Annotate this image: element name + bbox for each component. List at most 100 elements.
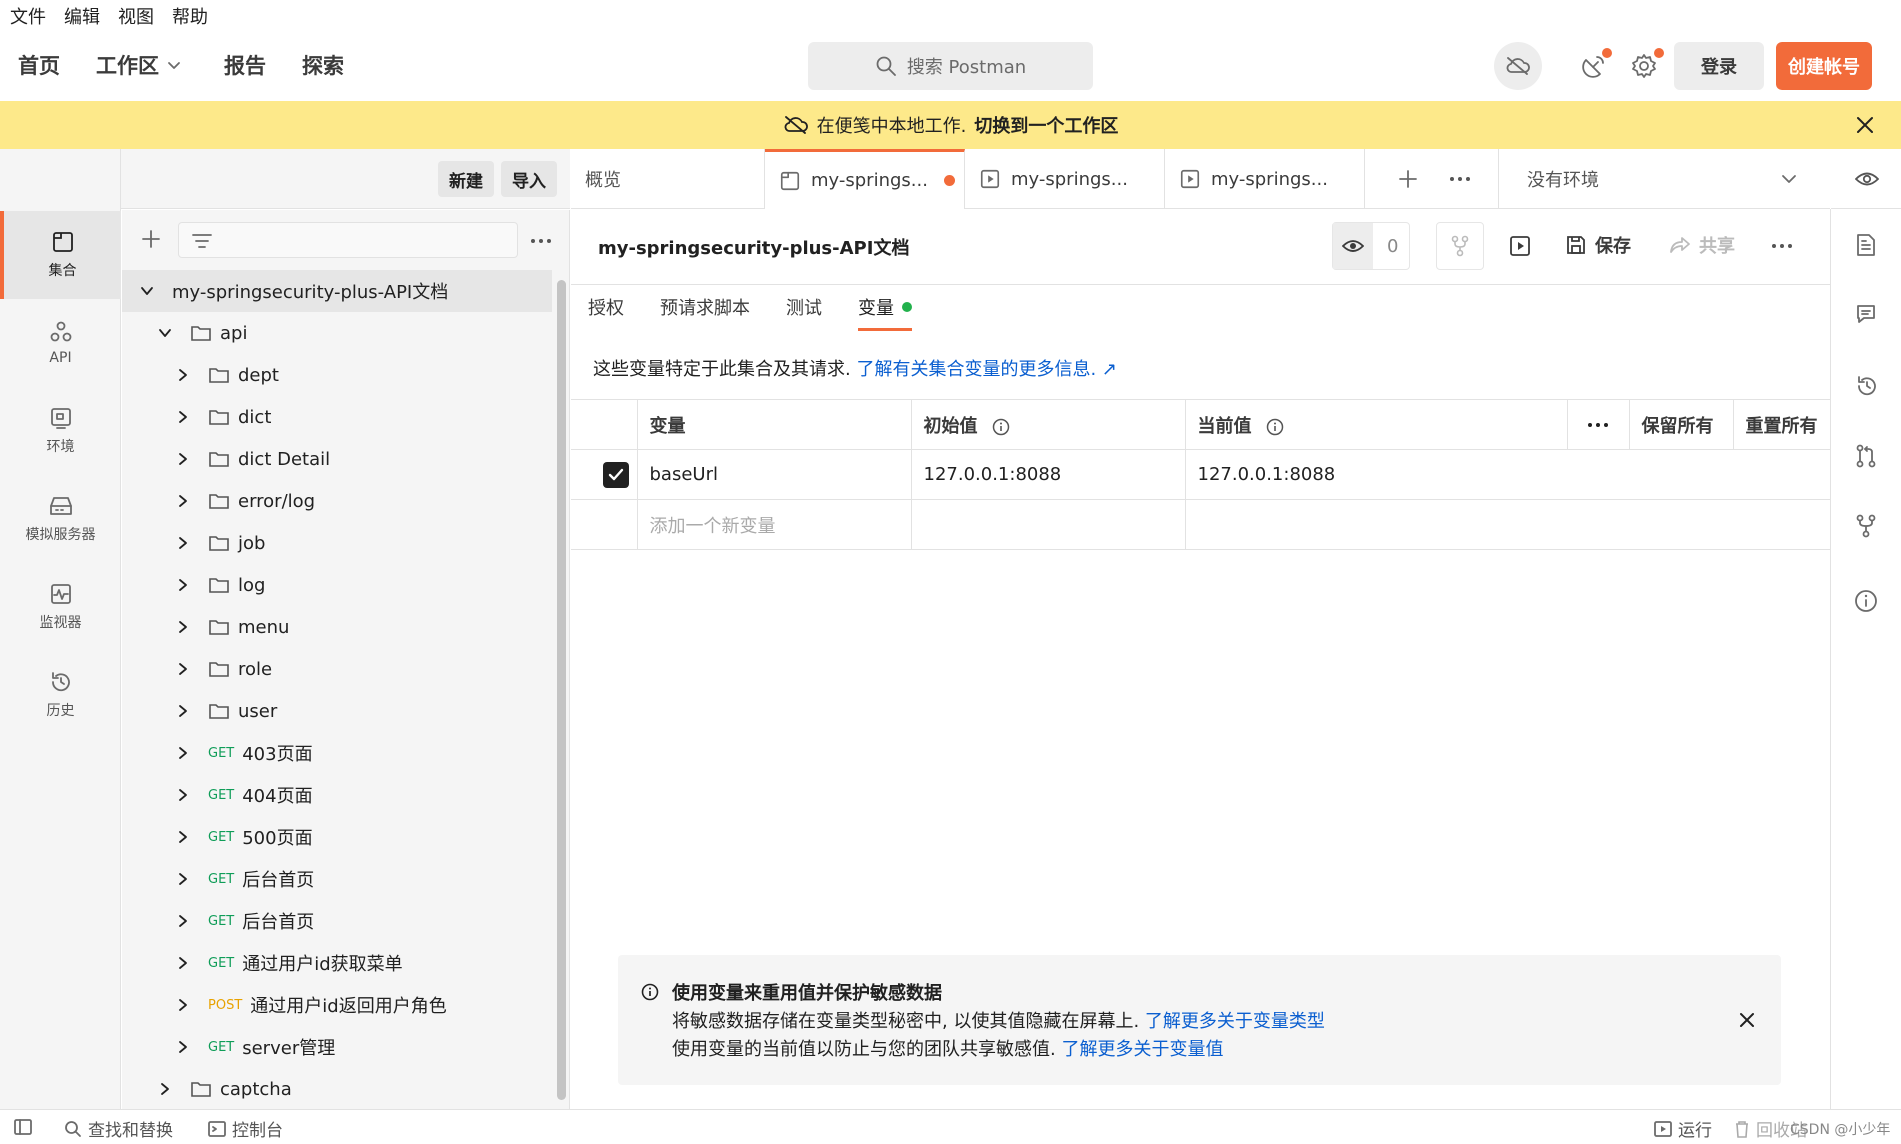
rail-collections[interactable]: 集合	[0, 211, 121, 299]
chevron-right-icon[interactable]	[176, 830, 190, 844]
tab-overview[interactable]: 概览	[571, 149, 765, 209]
variable-values-link[interactable]: 了解更多关于变量值	[1061, 1039, 1223, 1060]
tree-folder-item[interactable]: dict	[122, 396, 552, 438]
tree-request-item[interactable]: GET 后台首页	[122, 900, 552, 942]
tree-folder-item[interactable]: user	[122, 690, 552, 732]
pull-request-icon[interactable]	[1855, 444, 1877, 468]
history-icon[interactable]	[1855, 374, 1879, 398]
tree-folder-item[interactable]: dict Detail	[122, 438, 552, 480]
persist-all-button[interactable]: 保留所有	[1628, 399, 1734, 450]
rail-monitors[interactable]: 监视器	[0, 563, 121, 651]
chevron-right-icon[interactable]	[176, 746, 190, 760]
info-icon[interactable]	[1854, 589, 1878, 613]
comments-icon[interactable]	[1855, 303, 1877, 325]
rail-api[interactable]: API	[0, 299, 121, 387]
nav-home[interactable]: 首页	[18, 50, 60, 80]
console-button[interactable]: 控制台	[208, 1116, 283, 1141]
chevron-right-icon[interactable]	[176, 410, 190, 424]
tree-collection-item[interactable]: my-springsecurity-plus-API文档	[122, 270, 552, 312]
tab-runner-1[interactable]: my-springs...	[965, 149, 1165, 209]
tree-filter-input[interactable]	[178, 222, 518, 258]
chevron-right-icon[interactable]	[176, 452, 190, 466]
chevron-right-icon[interactable]	[176, 704, 190, 718]
new-initial-cell[interactable]	[910, 499, 1186, 550]
menu-edit[interactable]: 编辑	[64, 3, 100, 29]
tab-collection-active[interactable]: my-springs...	[765, 149, 965, 209]
tree-folder-item[interactable]: api	[122, 312, 552, 354]
chevron-right-icon[interactable]	[176, 914, 190, 928]
chevron-right-icon[interactable]	[176, 1040, 190, 1054]
more-column-header[interactable]	[1566, 399, 1630, 450]
tree-folder-item[interactable]: error/log	[122, 480, 552, 522]
settings-button[interactable]	[1624, 42, 1664, 90]
tree-request-item[interactable]: GET 403页面	[122, 732, 552, 774]
tree-folder-item[interactable]: captcha	[122, 1068, 552, 1109]
search-box[interactable]: 搜索 Postman	[808, 42, 1093, 90]
fork-button[interactable]	[1436, 222, 1484, 270]
chevron-down-icon[interactable]	[140, 284, 154, 298]
reset-all-button[interactable]: 重置所有	[1732, 399, 1830, 450]
chevron-right-icon[interactable]	[176, 368, 190, 382]
menu-view[interactable]: 视图	[118, 3, 154, 29]
new-tab-plus-icon[interactable]	[1397, 168, 1419, 190]
chevron-right-icon[interactable]	[176, 998, 190, 1012]
tree-request-item[interactable]: GET 404页面	[122, 774, 552, 816]
find-replace-button[interactable]: 查找和替换	[64, 1116, 173, 1141]
chevron-right-icon[interactable]	[176, 536, 190, 550]
fork-icon[interactable]	[1855, 514, 1877, 538]
satellite-button[interactable]	[1574, 42, 1614, 90]
tree-folder-item[interactable]: log	[122, 564, 552, 606]
rail-environments[interactable]: 环境	[0, 387, 121, 475]
tree-folder-item[interactable]: job	[122, 522, 552, 564]
tree-folder-item[interactable]: role	[122, 648, 552, 690]
chevron-right-icon[interactable]	[176, 494, 190, 508]
tree-request-item[interactable]: GET 500页面	[122, 816, 552, 858]
chevron-right-icon[interactable]	[176, 788, 190, 802]
tab-runner-2[interactable]: my-springs...	[1165, 149, 1365, 209]
watch-button[interactable]: 0	[1332, 222, 1410, 270]
documentation-icon[interactable]	[1855, 233, 1877, 257]
run-icon[interactable]	[1508, 234, 1532, 258]
save-button[interactable]: 保存	[1565, 232, 1631, 258]
chevron-right-icon[interactable]	[176, 662, 190, 676]
info-icon[interactable]	[992, 418, 1010, 436]
learn-more-link[interactable]: 了解有关集合变量的更多信息. ↗	[856, 359, 1117, 380]
chevron-right-icon[interactable]	[158, 1082, 172, 1096]
nav-reports[interactable]: 报告	[224, 50, 266, 80]
chevron-right-icon[interactable]	[176, 578, 190, 592]
tree-folder-item[interactable]: menu	[122, 606, 552, 648]
chevron-down-icon[interactable]	[158, 326, 172, 340]
runner-button[interactable]: 运行	[1654, 1116, 1712, 1141]
tree-request-item[interactable]: GET server管理	[122, 1026, 552, 1068]
variable-types-link[interactable]: 了解更多关于变量类型	[1145, 1011, 1325, 1032]
menu-file[interactable]: 文件	[10, 3, 46, 29]
env-quick-look-button[interactable]	[1831, 149, 1901, 209]
more-tabs-icon[interactable]	[1449, 176, 1471, 182]
tree-scrollbar[interactable]	[557, 280, 566, 1100]
new-variable-input[interactable]: 添加一个新变量	[636, 499, 912, 550]
more-icon[interactable]	[530, 238, 552, 244]
nav-workspace[interactable]: 工作区	[96, 50, 181, 80]
current-value-cell[interactable]: 127.0.0.1:8088	[1184, 449, 1830, 500]
import-button[interactable]: 导入	[501, 161, 557, 197]
menu-help[interactable]: 帮助	[172, 3, 208, 29]
login-button[interactable]: 登录	[1674, 42, 1764, 90]
subtab-variables[interactable]: 变量	[858, 294, 912, 331]
nav-explore[interactable]: 探索	[302, 50, 344, 80]
subtab-auth[interactable]: 授权	[588, 294, 624, 320]
subtab-pre-request[interactable]: 预请求脚本	[660, 294, 750, 320]
new-current-cell[interactable]	[1184, 499, 1830, 550]
plus-icon[interactable]	[140, 228, 162, 250]
signup-button[interactable]: 创建帐号	[1776, 42, 1872, 90]
tree-request-item[interactable]: POST 通过用户id返回用户角色	[122, 984, 552, 1026]
environment-select[interactable]: 没有环境	[1498, 149, 1830, 209]
initial-value-cell[interactable]: 127.0.0.1:8088	[910, 449, 1186, 500]
rail-mock-servers[interactable]: 模拟服务器	[0, 475, 121, 563]
switch-workspace-link[interactable]: 切换到一个工作区	[974, 112, 1118, 138]
cloud-sync-button[interactable]	[1494, 42, 1542, 90]
chevron-right-icon[interactable]	[176, 872, 190, 886]
close-icon[interactable]	[1738, 1011, 1756, 1029]
variable-name-cell[interactable]: baseUrl	[636, 449, 912, 500]
row-checkbox[interactable]	[603, 461, 629, 488]
chevron-right-icon[interactable]	[176, 620, 190, 634]
